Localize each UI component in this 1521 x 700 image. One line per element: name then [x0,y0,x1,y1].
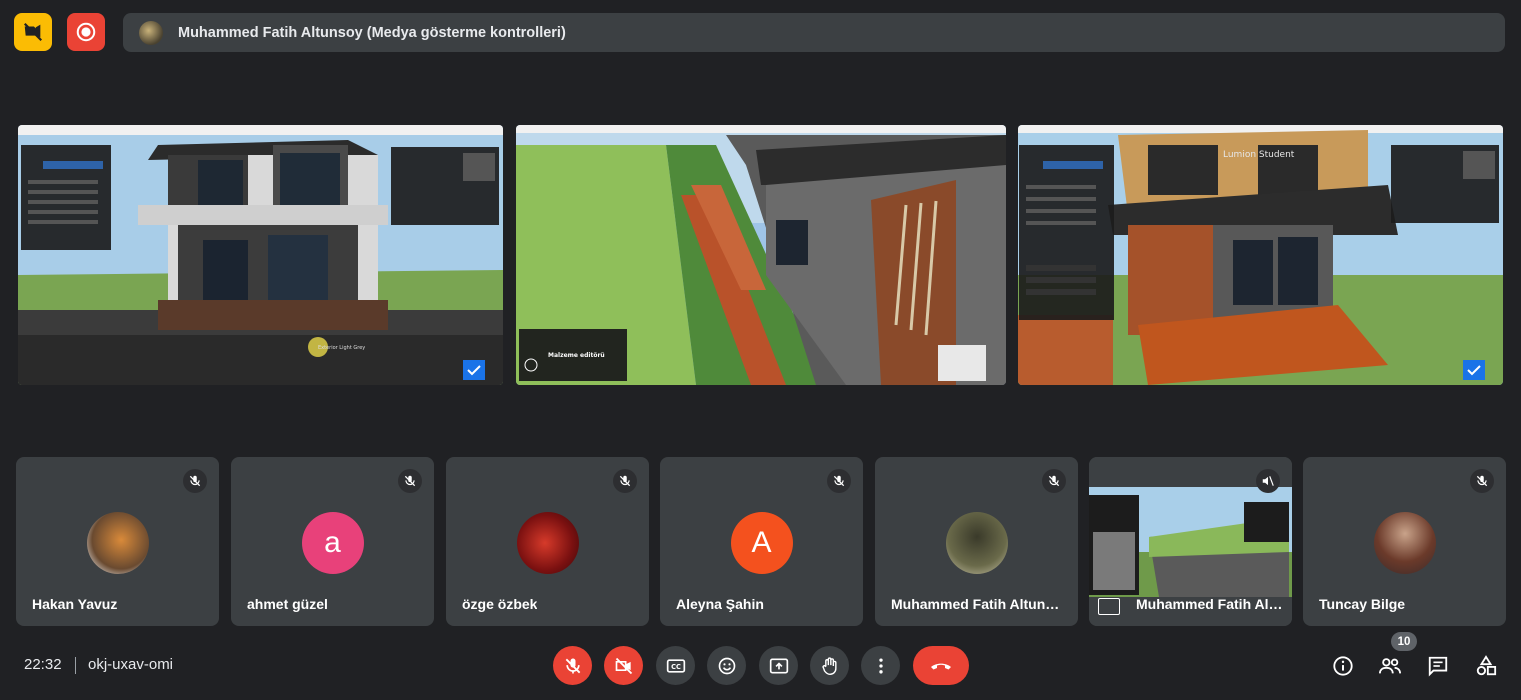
present-to-all-icon [769,658,788,673]
participant-name: ahmet güzel [247,596,328,612]
record-icon [76,22,96,42]
participant-tile[interactable]: özge özbek [446,457,649,626]
presenter-label: Muhammed Fatih Altunsoy (Medya gösterme … [178,24,566,41]
reactions-button[interactable] [707,646,746,685]
mic-off-icon [827,469,851,493]
mic-off-icon [1470,469,1494,493]
volume-off-icon [1256,469,1280,493]
call-end-icon [931,663,951,669]
avatar-letter: A [751,526,772,559]
camera-toggle-button[interactable] [604,646,643,685]
shared-screen-1[interactable]: Exterior Light Grey [18,125,503,385]
presentation-bar[interactable]: Muhammed Fatih Altunsoy (Medya gösterme … [123,13,1505,52]
participant-name: Hakan Yavuz [32,596,118,612]
more-vert-icon [878,658,883,673]
chat-button[interactable] [1424,652,1452,680]
participant-tile[interactable]: A Aleyna Şahin [660,457,863,626]
avatar [86,512,149,574]
camera-off-indicator-button[interactable] [14,13,52,51]
participant-count-badge: 10 [1391,632,1417,651]
participant-tile[interactable]: a ahmet güzel [231,457,434,626]
lumion-watermark: Lumion Student [1223,150,1295,160]
leave-call-button[interactable] [913,646,969,685]
mic-off-icon [398,469,422,493]
material-overlay-label: Exterior Light Grey [318,345,365,351]
participant-tile[interactable]: Muhammed Fatih Altunsoy [875,457,1078,626]
meeting-details-button[interactable] [1329,652,1357,680]
participant-tile[interactable]: Tuncay Bilge [1303,457,1506,626]
svg-text:CC: CC [671,662,681,670]
avatar: a [301,512,364,574]
participant-name: Tuncay Bilge [1319,596,1406,612]
presenter-avatar [139,20,163,45]
meeting-code: okj-uxav-omi [88,656,174,673]
participant-name: Muhammed Fatih Altunsoy [1136,596,1286,612]
divider [75,657,76,674]
mic-off-icon [613,469,637,493]
avatar [945,512,1008,574]
recording-indicator-button[interactable] [67,13,105,51]
camera-off-icon [615,657,632,674]
participant-name: özge özbek [462,596,538,612]
avatar: A [730,512,793,574]
shapes-icon [1476,655,1497,676]
mic-off-icon [1042,469,1066,493]
mic-off-icon [565,658,580,673]
avatar [516,512,579,574]
shared-screen-3[interactable]: Lumion Student [1018,125,1503,385]
emoji-icon [718,657,735,674]
more-options-button[interactable] [861,646,900,685]
people-icon [1379,658,1401,674]
present-screen-button[interactable] [759,646,798,685]
people-button[interactable] [1376,652,1404,680]
chat-icon [1428,656,1448,677]
shared-screen-2[interactable]: Malzeme editörü [516,125,1006,385]
material-editor-title: Malzeme editörü [548,352,605,359]
current-time: 22:32 [24,656,62,673]
captions-button[interactable]: CC [656,646,695,685]
participant-name: Aleyna Şahin [676,596,764,612]
participant-name: Muhammed Fatih Altunsoy [891,596,1066,612]
avatar-letter: a [324,526,341,559]
participant-tile-presenting[interactable]: Muhammed Fatih Altunsoy [1089,457,1292,626]
microphone-toggle-button[interactable] [553,646,592,685]
participant-tile[interactable]: Hakan Yavuz [16,457,219,626]
avatar [1373,512,1436,574]
hand-icon [821,656,837,675]
presenting-icon [1098,598,1120,615]
mic-off-icon [183,469,207,493]
camera-off-icon [23,22,43,42]
closed-captions-icon: CC [666,658,685,673]
info-icon [1333,656,1353,676]
raise-hand-button[interactable] [810,646,849,685]
activities-button[interactable] [1472,652,1500,680]
